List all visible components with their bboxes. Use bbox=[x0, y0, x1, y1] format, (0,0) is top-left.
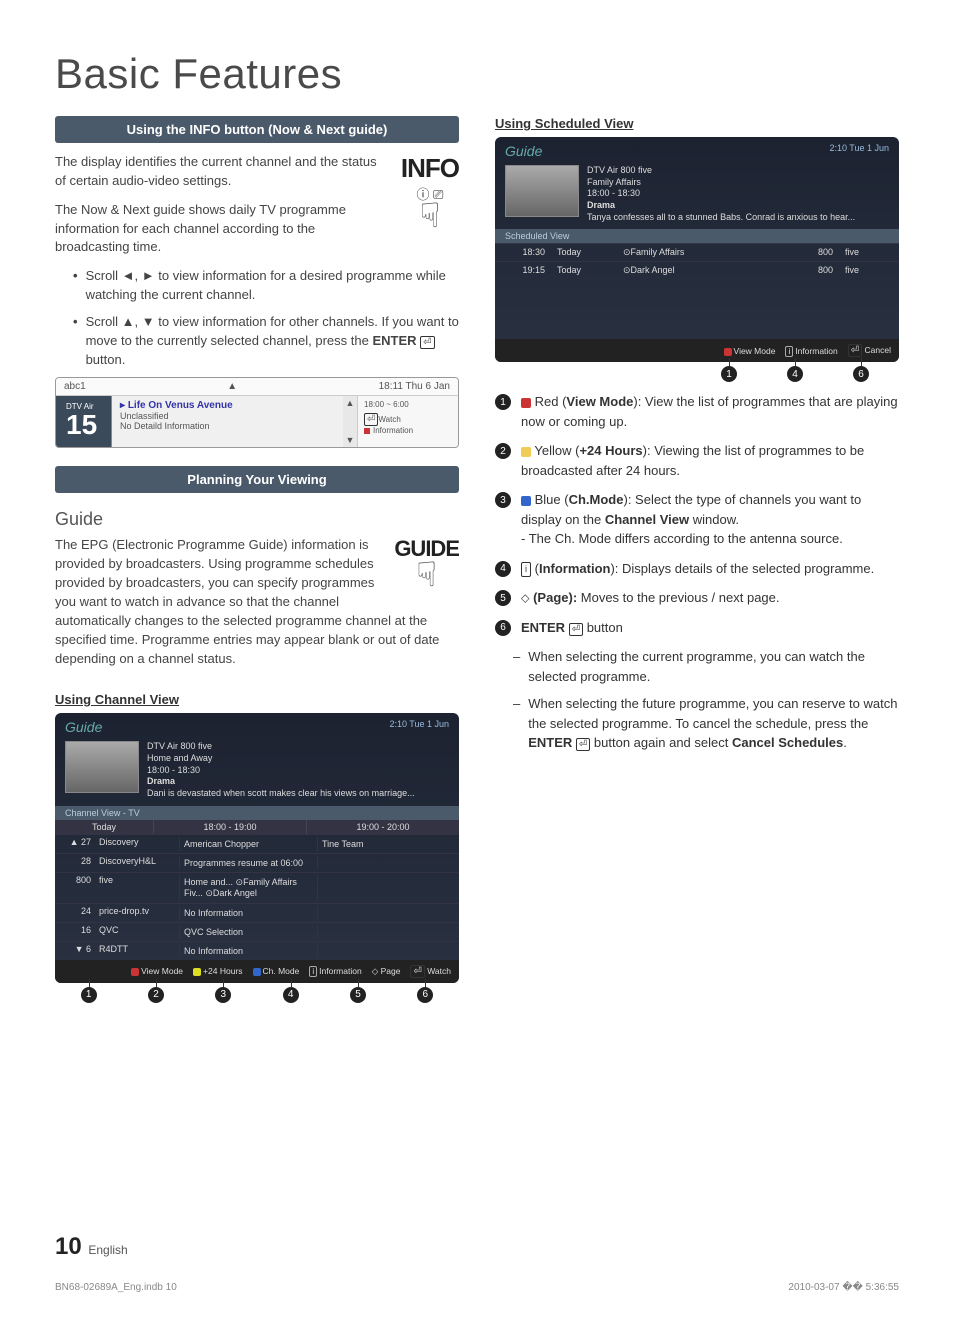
cv-tab: Channel View - TV bbox=[55, 806, 459, 820]
cv-time: 2:10 Tue 1 Jun bbox=[389, 719, 449, 735]
sv-tab: Scheduled View bbox=[495, 229, 899, 243]
dash-2: When selecting the future programme, you… bbox=[513, 694, 899, 753]
enter-icon: ⏎ bbox=[420, 336, 434, 349]
item-4: 4 i (Information): Displays details of t… bbox=[495, 559, 899, 579]
item-6: 6 ENTER ⏎ button bbox=[495, 618, 899, 638]
sv-row: 19:15Today⊙Dark Angel800five bbox=[495, 261, 899, 279]
cv-row: 24price-drop.tvNo Information bbox=[55, 903, 459, 922]
clock-text: 18:11 Thu 6 Jan bbox=[379, 381, 450, 392]
cv-thumbnail bbox=[65, 741, 139, 793]
cv-row: 800fiveHome and... ⊙Family Affairs Fiv..… bbox=[55, 872, 459, 903]
guide-heading: Guide bbox=[55, 509, 459, 530]
using-scheduled-view-head: Using Scheduled View bbox=[495, 116, 899, 131]
cv-row: ▲ 27DiscoveryAmerican ChopperTine Team bbox=[55, 834, 459, 853]
footer: BN68-02689A_Eng.indb 10 2010-03-07 �� 5:… bbox=[55, 1282, 899, 1293]
left-column: Using the INFO button (Now & Next guide)… bbox=[55, 116, 459, 1003]
para-2: The Now & Next guide shows daily TV prog… bbox=[55, 201, 459, 258]
sv-title: Guide bbox=[505, 143, 542, 159]
up-arrow-icon: ▲ bbox=[227, 381, 237, 392]
cv-row: ▼ 6R4DTTNo Information bbox=[55, 941, 459, 960]
para-1: The display identifies the current chann… bbox=[55, 153, 459, 191]
item-2: 2 Yellow (+24 Hours): Viewing the list o… bbox=[495, 441, 899, 480]
cv-row: 28DiscoveryH&LProgrammes resume at 06:00 bbox=[55, 853, 459, 872]
footer-left: BN68-02689A_Eng.indb 10 bbox=[55, 1282, 177, 1293]
channel-number-box: DTV Air 15 bbox=[56, 396, 112, 447]
item-3: 3 Blue (Ch.Mode): Select the type of cha… bbox=[495, 490, 899, 549]
sv-meta: DTV Air 800 five Family Affairs 18:00 - … bbox=[587, 165, 855, 223]
page-title: Basic Features bbox=[55, 50, 899, 98]
sv-thumbnail bbox=[505, 165, 579, 217]
now-next-strip: abc1 ▲ 18:11 Thu 6 Jan DTV Air 15 ▸ Life… bbox=[55, 377, 459, 448]
footer-right: 2010-03-07 �� 5:36:55 bbox=[788, 1282, 899, 1293]
hand-icon: ☟ bbox=[394, 562, 459, 589]
dash-1: When selecting the current programme, yo… bbox=[513, 647, 899, 686]
item-3-note: - The Ch. Mode differs according to the … bbox=[521, 529, 899, 549]
cv-meta: DTV Air 800 five Home and Away 18:00 - 1… bbox=[147, 741, 415, 799]
page-number: 10 English bbox=[55, 1233, 128, 1261]
info-word: INFO bbox=[401, 153, 459, 184]
item-5: 5 ◇ (Page): Moves to the previous / next… bbox=[495, 588, 899, 608]
item-1: 1 Red (View Mode): View the list of prog… bbox=[495, 392, 899, 431]
using-channel-view-head: Using Channel View bbox=[55, 692, 459, 707]
sv-footer: View Mode iInformation ⏎ Cancel bbox=[495, 339, 899, 362]
enter-icon: ⏎ bbox=[569, 623, 583, 636]
channel-view-panel: Guide 2:10 Tue 1 Jun DTV Air 800 five Ho… bbox=[55, 713, 459, 982]
cv-title: Guide bbox=[65, 719, 102, 735]
manual-page: Basic Features Using the INFO button (No… bbox=[0, 0, 954, 1321]
guide-button-illustration: GUIDE ☟ bbox=[394, 536, 459, 589]
right-column: Using Scheduled View Guide 2:10 Tue 1 Ju… bbox=[495, 116, 899, 1003]
cv-footer: View Mode +24 Hours Ch. Mode iInformatio… bbox=[55, 960, 459, 983]
bullet-2: Scroll ▲, ▼ to view information for othe… bbox=[73, 313, 459, 370]
info-button-illustration: INFO ⓘ ⎚ ☟ bbox=[401, 153, 459, 230]
hand-icon: ☟ bbox=[401, 203, 459, 230]
section-header-planning: Planning Your Viewing bbox=[55, 466, 459, 493]
programme-info: ▸ Life On Venus Avenue Unclassified No D… bbox=[112, 396, 343, 447]
cv-callouts: 123456 bbox=[55, 987, 459, 1003]
cv-row: 16QVCQVC Selection bbox=[55, 922, 459, 941]
channel-label: abc1 bbox=[64, 381, 86, 392]
scheduled-view-panel: Guide 2:10 Tue 1 Jun DTV Air 800 five Fa… bbox=[495, 137, 899, 362]
bullet-1: Scroll ◄, ► to view information for a de… bbox=[73, 267, 459, 305]
sv-row: 18:30Today⊙Family Affairs800five bbox=[495, 243, 899, 261]
sv-callouts: 146 bbox=[495, 366, 899, 382]
sv-time: 2:10 Tue 1 Jun bbox=[829, 143, 889, 159]
section-header-info: Using the INFO button (Now & Next guide) bbox=[55, 116, 459, 143]
